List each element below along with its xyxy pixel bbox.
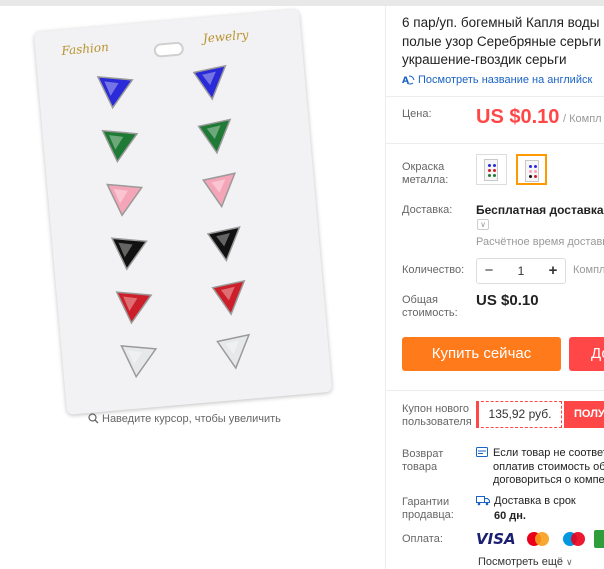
earring-stone bbox=[110, 237, 148, 271]
product-detail-panel: 6 пар/уп. богемный Капля воды полые узор… bbox=[385, 6, 604, 569]
returns-text-line: оплатив стоимость об bbox=[493, 460, 604, 473]
shipping-label: Доставка: bbox=[402, 204, 453, 216]
maestro-logo bbox=[563, 532, 585, 546]
swatch-stone bbox=[493, 164, 496, 167]
payment-label: Оплата: bbox=[402, 533, 443, 545]
earring-stone bbox=[115, 291, 153, 325]
translate-title-link[interactable]: A Посмотреть название на английск bbox=[402, 74, 592, 86]
swatch-card-thumbnail bbox=[484, 159, 498, 181]
swatch-stone bbox=[488, 164, 491, 167]
earring-stone bbox=[106, 183, 144, 217]
shipping-value: Бесплатная доставка в bbox=[476, 203, 604, 217]
earring-stone bbox=[120, 345, 158, 379]
quantity-unit: Компл bbox=[573, 264, 604, 276]
zoom-hint: Наведите курсор, чтобы увеличить bbox=[88, 413, 281, 425]
magnifier-icon bbox=[88, 413, 99, 424]
quantity-input[interactable]: 1 bbox=[501, 259, 541, 283]
product-title-line: полые узор Серебряные серьги д bbox=[402, 33, 604, 49]
guarantee-label-line: продавца: bbox=[402, 509, 454, 521]
zoom-hint-text: Наведите курсор, чтобы увеличить bbox=[102, 413, 281, 425]
product-gallery[interactable]: Fashion Jewelry Наведите курсор, чтобы у… bbox=[0, 6, 385, 569]
coupon-label-line: Купон нового bbox=[402, 403, 470, 415]
chevron-down-icon[interactable]: ∨ bbox=[477, 219, 489, 230]
total-label-line: стоимость: bbox=[402, 307, 458, 319]
earring-stone bbox=[101, 129, 139, 164]
earring-stone bbox=[216, 333, 251, 370]
swatch-stone bbox=[534, 175, 537, 178]
total-label: Общая стоимость: bbox=[402, 294, 458, 320]
coupon-amount: 135,92 руб. bbox=[476, 401, 562, 428]
swatch-stone bbox=[493, 174, 496, 177]
swatch-stone bbox=[534, 165, 537, 168]
shipping-estimate: Расчётное время доставк bbox=[476, 236, 604, 248]
visa-logo: VISA bbox=[476, 530, 516, 548]
returns-label-line: товара bbox=[402, 461, 438, 473]
returns-text: Если товар не соответ оплатив стоимость … bbox=[493, 447, 604, 488]
more-payment-text[interactable]: Посмотреть ещё bbox=[478, 556, 563, 568]
earring-stone bbox=[197, 118, 232, 155]
translate-link-text[interactable]: Посмотреть название на английск bbox=[418, 74, 592, 86]
total-label-line: Общая bbox=[402, 294, 438, 306]
quantity-increase-button[interactable]: + bbox=[541, 259, 565, 283]
guarantee-line2: 60 дн. bbox=[494, 510, 526, 522]
divider bbox=[386, 96, 604, 97]
translate-icon: A bbox=[402, 75, 415, 86]
get-coupon-button[interactable]: ПОЛУЧ bbox=[564, 401, 604, 428]
delivery-truck-icon bbox=[476, 496, 490, 506]
add-to-cart-button[interactable]: До bbox=[569, 337, 604, 371]
returns-label-line: Возврат bbox=[402, 448, 444, 460]
divider bbox=[386, 143, 604, 144]
earring-stone bbox=[211, 279, 246, 316]
card-hang-hole bbox=[153, 41, 185, 58]
product-title-line: 6 пар/уп. богемный Капля воды bbox=[402, 15, 600, 30]
quantity-decrease-button[interactable]: − bbox=[477, 259, 501, 283]
color-label-line: Окраска bbox=[402, 161, 445, 173]
price-unit: / Компл bbox=[563, 113, 602, 125]
returns-label: Возврат товара bbox=[402, 448, 443, 474]
product-title-line: украшение-гвоздик серьги bbox=[402, 52, 567, 67]
divider bbox=[386, 390, 604, 391]
return-policy-icon bbox=[476, 447, 488, 457]
coupon-label-line: пользователя bbox=[402, 416, 472, 428]
product-image[interactable]: Fashion Jewelry bbox=[33, 9, 333, 415]
mastercard-logo bbox=[527, 532, 549, 546]
swatch-stone bbox=[529, 175, 532, 178]
swatch-stone bbox=[493, 169, 496, 172]
color-swatch-option-selected[interactable] bbox=[516, 154, 547, 185]
color-label: Окраска металла: bbox=[402, 161, 448, 187]
total-value: US $0.10 bbox=[476, 292, 539, 309]
more-payment-link[interactable]: Посмотреть ещё ∨ bbox=[478, 556, 573, 568]
card-label-left: Fashion bbox=[60, 39, 110, 58]
swatch-stone bbox=[488, 169, 491, 172]
earring-stone bbox=[96, 76, 134, 110]
swatch-stone bbox=[529, 170, 532, 173]
returns-text-line: Если товар не соответ bbox=[493, 447, 604, 459]
price-value: US $0.10 bbox=[476, 106, 560, 128]
color-swatch-option[interactable] bbox=[476, 154, 507, 185]
earring-stone bbox=[202, 172, 237, 209]
swatch-stone bbox=[488, 174, 491, 177]
swatch-stone bbox=[534, 170, 537, 173]
card-label-right: Jewelry bbox=[202, 27, 250, 46]
guarantee-line1: Доставка в срок bbox=[494, 495, 576, 507]
other-payment-logo bbox=[594, 530, 604, 548]
guarantee-label-line: Гарантии bbox=[402, 496, 450, 508]
buy-now-button[interactable]: Купить сейчас bbox=[402, 337, 561, 371]
chevron-down-icon: ∨ bbox=[566, 557, 573, 567]
returns-text-line: договориться о компе bbox=[493, 474, 604, 486]
quantity-stepper[interactable]: − 1 + bbox=[476, 258, 566, 284]
swatch-stone bbox=[529, 165, 532, 168]
price-label: Цена: bbox=[402, 108, 432, 120]
guarantee-label: Гарантии продавца: bbox=[402, 496, 454, 522]
color-label-line: металла: bbox=[402, 174, 449, 186]
swatch-card-thumbnail bbox=[525, 160, 539, 182]
earring-stone bbox=[206, 226, 241, 262]
quantity-label: Количество: bbox=[402, 264, 465, 276]
earring-stone bbox=[192, 64, 227, 101]
coupon-label: Купон нового пользователя bbox=[402, 403, 472, 429]
product-title: 6 пар/уп. богемный Капля воды полые узор… bbox=[402, 14, 604, 70]
